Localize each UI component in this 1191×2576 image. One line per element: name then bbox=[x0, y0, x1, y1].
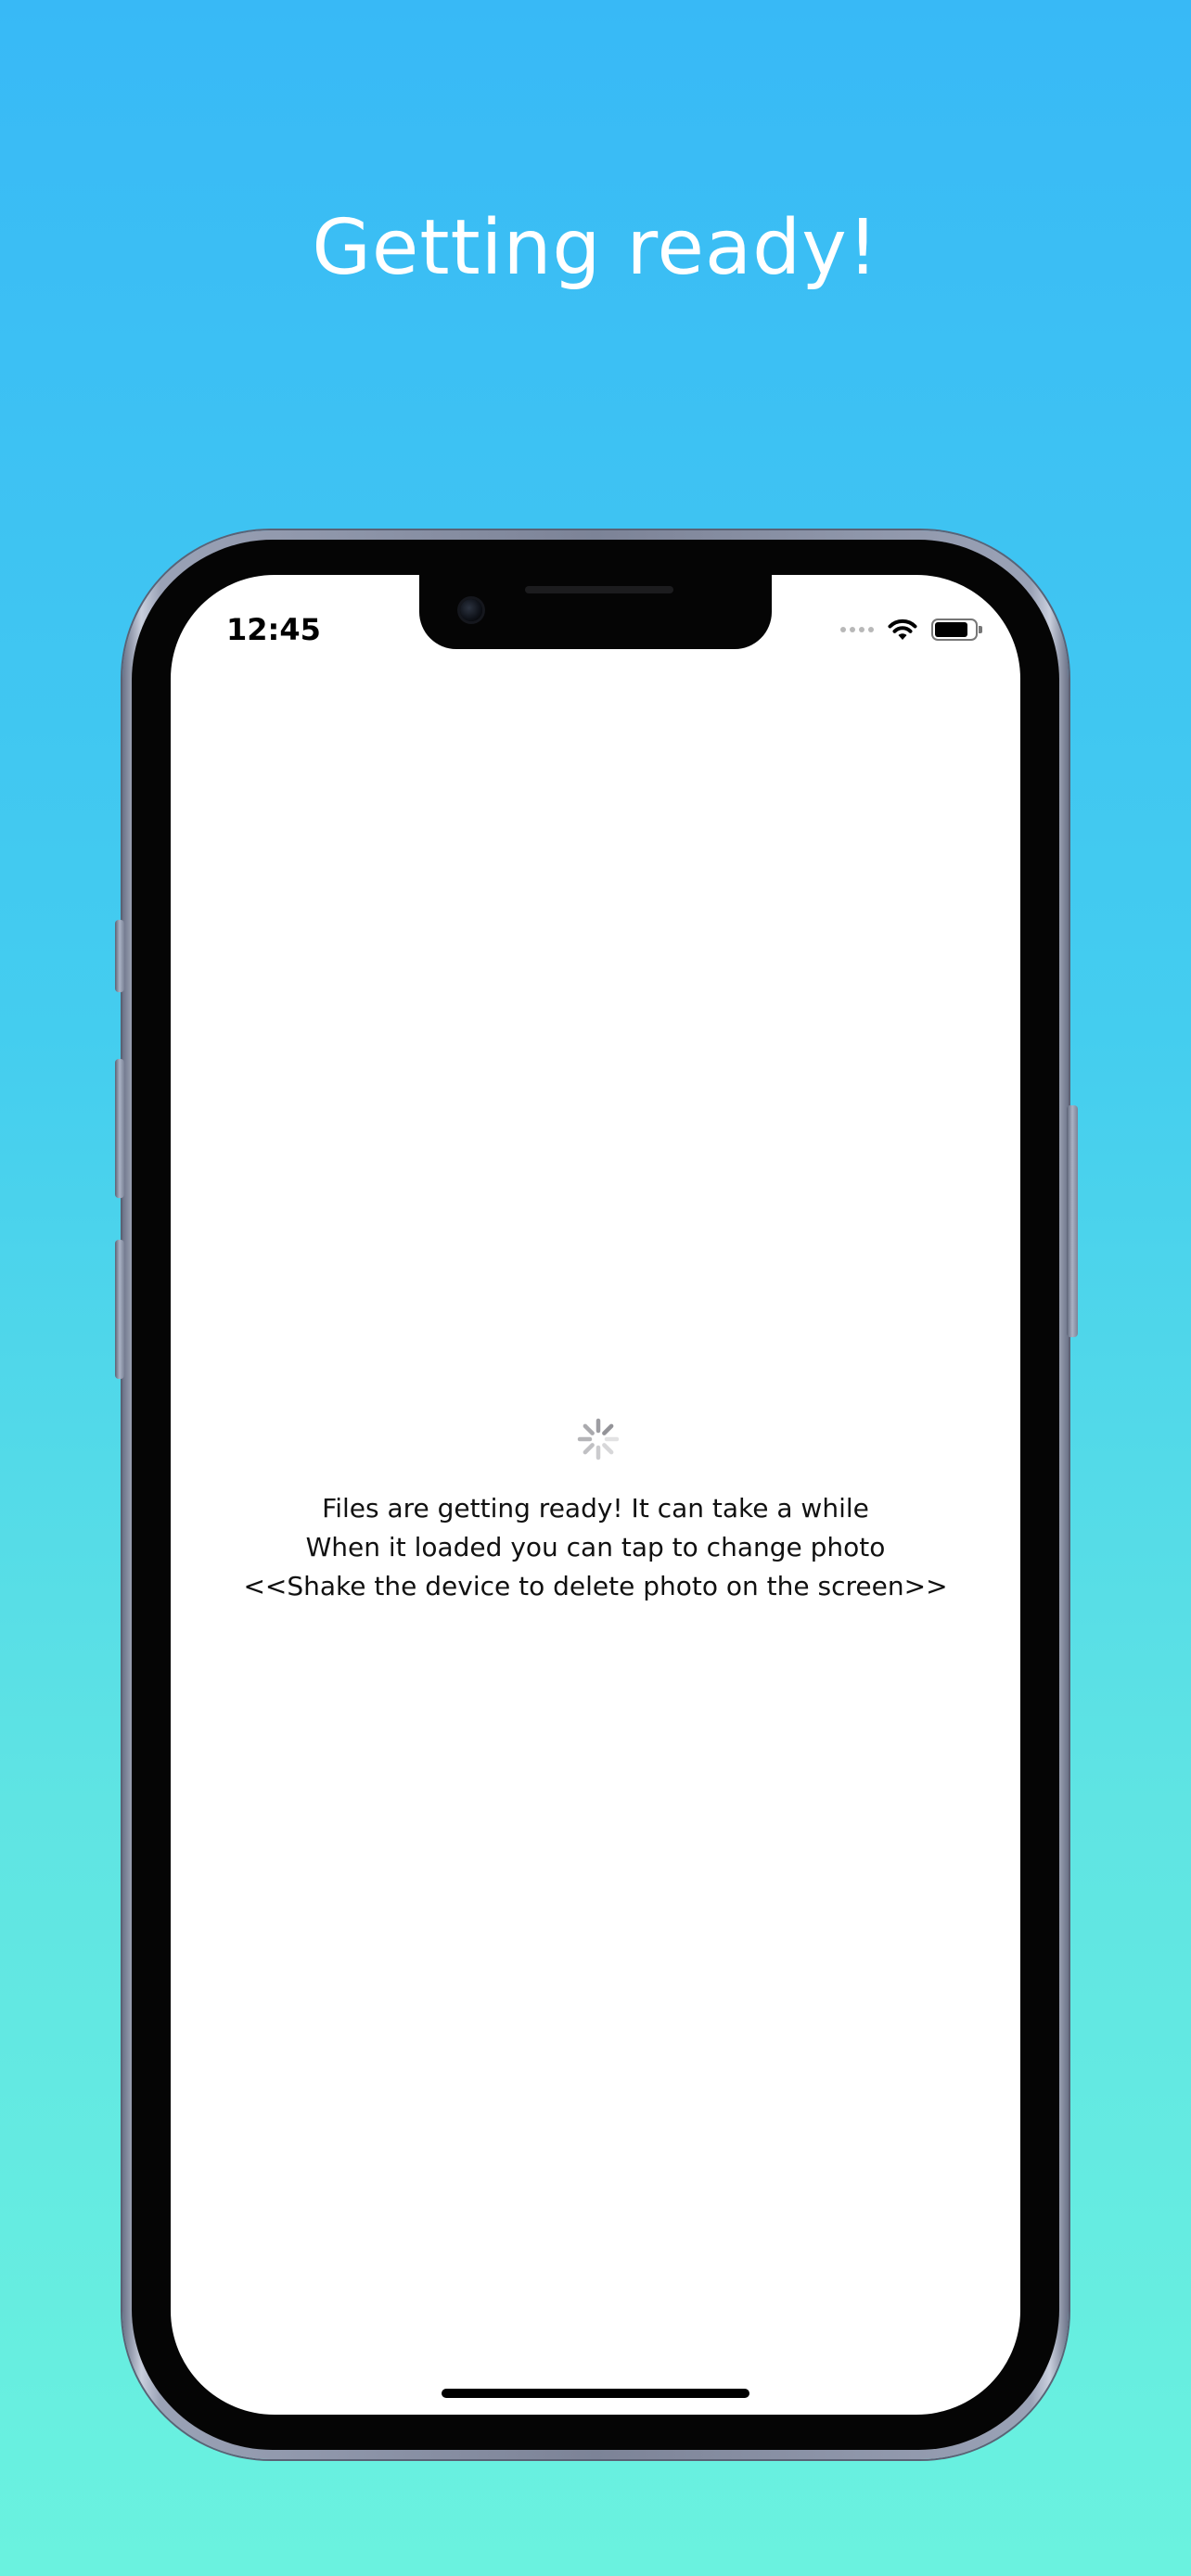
home-indicator[interactable] bbox=[442, 2389, 749, 2398]
notch bbox=[419, 575, 772, 649]
spinner-spoke bbox=[602, 1423, 614, 1435]
loading-line-2: When it loaded you can tap to change pho… bbox=[305, 1532, 886, 1562]
loading-line-3: <<Shake the device to delete photo on th… bbox=[243, 1571, 948, 1601]
spinner-spoke bbox=[602, 1443, 614, 1455]
promo-headline: Getting ready! bbox=[312, 204, 879, 292]
status-time: 12:45 bbox=[226, 612, 321, 647]
battery-icon bbox=[931, 618, 982, 641]
activity-spinner-icon bbox=[577, 1418, 620, 1460]
spinner-spoke bbox=[583, 1423, 595, 1435]
signal-dots-icon bbox=[840, 627, 874, 632]
phone-device-frame: 12:45 Files are getting ready! It can ta… bbox=[115, 530, 1078, 2459]
volume-up-button bbox=[115, 1059, 124, 1198]
mute-switch bbox=[115, 920, 124, 992]
front-camera-icon bbox=[460, 599, 482, 621]
app-screen[interactable]: 12:45 Files are getting ready! It can ta… bbox=[171, 575, 1020, 2415]
earpiece-speaker bbox=[525, 586, 673, 593]
volume-down-button bbox=[115, 1240, 124, 1379]
wifi-icon bbox=[887, 618, 918, 642]
power-button bbox=[1067, 1105, 1078, 1337]
battery-fill bbox=[935, 622, 968, 637]
status-icons bbox=[840, 616, 982, 644]
loading-message: Files are getting ready! It can take a w… bbox=[171, 1489, 1020, 1606]
loading-line-1: Files are getting ready! It can take a w… bbox=[322, 1493, 869, 1524]
spinner-spoke bbox=[583, 1443, 595, 1455]
